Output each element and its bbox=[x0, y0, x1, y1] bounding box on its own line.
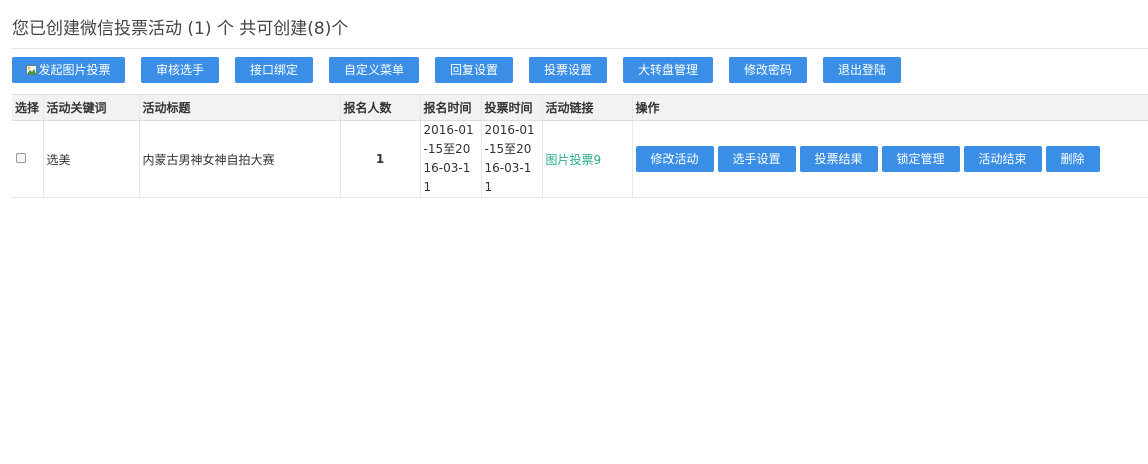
keyword-cell: 选美 bbox=[42, 120, 139, 198]
review-contestants-button[interactable]: 审核选手 bbox=[141, 57, 219, 83]
signups-cell: 1 bbox=[339, 120, 420, 198]
row-select-checkbox[interactable] bbox=[16, 153, 26, 163]
change-password-button[interactable]: 修改密码 bbox=[729, 57, 807, 83]
picture-icon bbox=[26, 65, 38, 75]
page: 您已创建微信投票活动 (1) 个 共可创建(8)个 发起图片投票 审核选手 接口… bbox=[0, 0, 1148, 464]
activity-table: 选择 活动关键词 活动标题 报名人数 报名时间 投票时间 活动链接 操作 选美 … bbox=[12, 94, 1148, 198]
delete-button[interactable]: 删除 bbox=[1045, 146, 1100, 172]
activity-link[interactable]: 图片投票9 bbox=[546, 153, 602, 167]
title-divider bbox=[12, 48, 1148, 49]
column-header-link: 活动链接 bbox=[541, 94, 632, 121]
table-header-row: 选择 活动关键词 活动标题 报名人数 报名时间 投票时间 活动链接 操作 bbox=[12, 94, 1148, 121]
column-header-vote-time: 投票时间 bbox=[480, 94, 542, 121]
toolbar: 发起图片投票 审核选手 接口绑定 自定义菜单 回复设置 投票设置 大转盘管理 修… bbox=[12, 57, 1148, 83]
contestant-settings-button[interactable]: 选手设置 bbox=[717, 146, 796, 172]
actions-cell: 修改活动 选手设置 投票结果 锁定管理 活动结束 删除 bbox=[631, 120, 1148, 198]
vote-results-button[interactable]: 投票结果 bbox=[799, 146, 878, 172]
reply-settings-button[interactable]: 回复设置 bbox=[435, 57, 513, 83]
select-cell bbox=[12, 120, 43, 198]
lucky-wheel-button[interactable]: 大转盘管理 bbox=[623, 57, 713, 83]
lock-management-button[interactable]: 锁定管理 bbox=[881, 146, 960, 172]
start-picture-vote-button[interactable]: 发起图片投票 bbox=[12, 57, 125, 83]
column-header-signups: 报名人数 bbox=[339, 94, 420, 121]
vote-settings-button[interactable]: 投票设置 bbox=[529, 57, 607, 83]
title-cell: 内蒙古男神女神自拍大赛 bbox=[138, 120, 340, 198]
column-header-keyword: 活动关键词 bbox=[42, 94, 139, 121]
column-header-actions: 操作 bbox=[631, 94, 1148, 121]
signup-time-cell: 2016-01-15至2016-03-11 bbox=[419, 120, 481, 198]
column-header-select: 选择 bbox=[12, 94, 43, 121]
page-title: 您已创建微信投票活动 (1) 个 共可创建(8)个 bbox=[12, 19, 349, 39]
vote-time-cell: 2016-01-15至2016-03-11 bbox=[480, 120, 542, 198]
custom-menu-button[interactable]: 自定义菜单 bbox=[329, 57, 419, 83]
start-picture-vote-label: 发起图片投票 bbox=[38, 63, 111, 77]
column-header-signup-time: 报名时间 bbox=[419, 94, 481, 121]
column-header-title: 活动标题 bbox=[138, 94, 340, 121]
table-row: 选美 内蒙古男神女神自拍大赛 1 2016-01-15至2016-03-11 2… bbox=[12, 120, 1148, 198]
link-cell: 图片投票9 bbox=[541, 120, 632, 198]
interface-binding-button[interactable]: 接口绑定 bbox=[235, 57, 313, 83]
edit-activity-button[interactable]: 修改活动 bbox=[635, 146, 714, 172]
logout-button[interactable]: 退出登陆 bbox=[823, 57, 901, 83]
end-activity-button[interactable]: 活动结束 bbox=[963, 146, 1042, 172]
